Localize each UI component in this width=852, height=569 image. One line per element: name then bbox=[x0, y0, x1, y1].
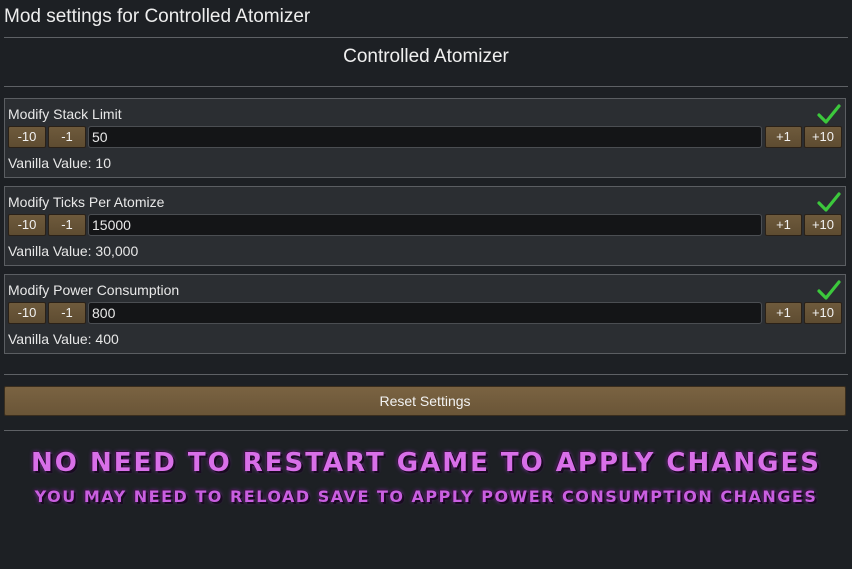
banner-line-2: YOU MAY NEED TO RELOAD SAVE TO APPLY POW… bbox=[34, 487, 818, 506]
mod-title: Controlled Atomizer bbox=[343, 46, 509, 67]
setting-stack-limit: Modify Stack Limit -10 -1 50 +1 +10 Vani… bbox=[4, 98, 846, 178]
vanilla-value: Vanilla Value: 30,000 bbox=[8, 243, 139, 259]
checkmark-icon bbox=[817, 104, 841, 124]
plus-10-button[interactable]: +10 bbox=[804, 302, 842, 324]
divider bbox=[4, 374, 848, 375]
divider bbox=[4, 430, 848, 431]
minus-1-button[interactable]: -1 bbox=[48, 302, 86, 324]
minus-10-button[interactable]: -10 bbox=[8, 126, 46, 148]
setting-ticks-per-atomize: Modify Ticks Per Atomize -10 -1 15000 +1… bbox=[4, 186, 846, 266]
stack-limit-input[interactable]: 50 bbox=[88, 126, 762, 148]
power-consumption-input[interactable]: 800 bbox=[88, 302, 762, 324]
setting-label: Modify Ticks Per Atomize bbox=[8, 194, 165, 210]
plus-1-button[interactable]: +1 bbox=[765, 302, 802, 324]
plus-1-button[interactable]: +1 bbox=[765, 214, 802, 236]
checkmark-icon bbox=[817, 280, 841, 300]
divider bbox=[4, 37, 848, 38]
vanilla-value: Vanilla Value: 400 bbox=[8, 331, 119, 347]
plus-10-button[interactable]: +10 bbox=[804, 214, 842, 236]
plus-10-button[interactable]: +10 bbox=[804, 126, 842, 148]
banner-line-1: NO NEED TO RESTART GAME TO APPLY CHANGES bbox=[31, 448, 821, 478]
minus-1-button[interactable]: -1 bbox=[48, 126, 86, 148]
minus-10-button[interactable]: -10 bbox=[8, 302, 46, 324]
minus-1-button[interactable]: -1 bbox=[48, 214, 86, 236]
vanilla-value: Vanilla Value: 10 bbox=[8, 155, 111, 171]
divider bbox=[4, 86, 848, 87]
checkmark-icon bbox=[817, 192, 841, 212]
reset-settings-button[interactable]: Reset Settings bbox=[4, 386, 846, 416]
setting-label: Modify Power Consumption bbox=[8, 282, 180, 298]
window-title: Mod settings for Controlled Atomizer bbox=[4, 6, 311, 27]
ticks-per-atomize-input[interactable]: 15000 bbox=[88, 214, 762, 236]
setting-label: Modify Stack Limit bbox=[8, 106, 122, 122]
minus-10-button[interactable]: -10 bbox=[8, 214, 46, 236]
plus-1-button[interactable]: +1 bbox=[765, 126, 802, 148]
setting-power-consumption: Modify Power Consumption -10 -1 800 +1 +… bbox=[4, 274, 846, 354]
